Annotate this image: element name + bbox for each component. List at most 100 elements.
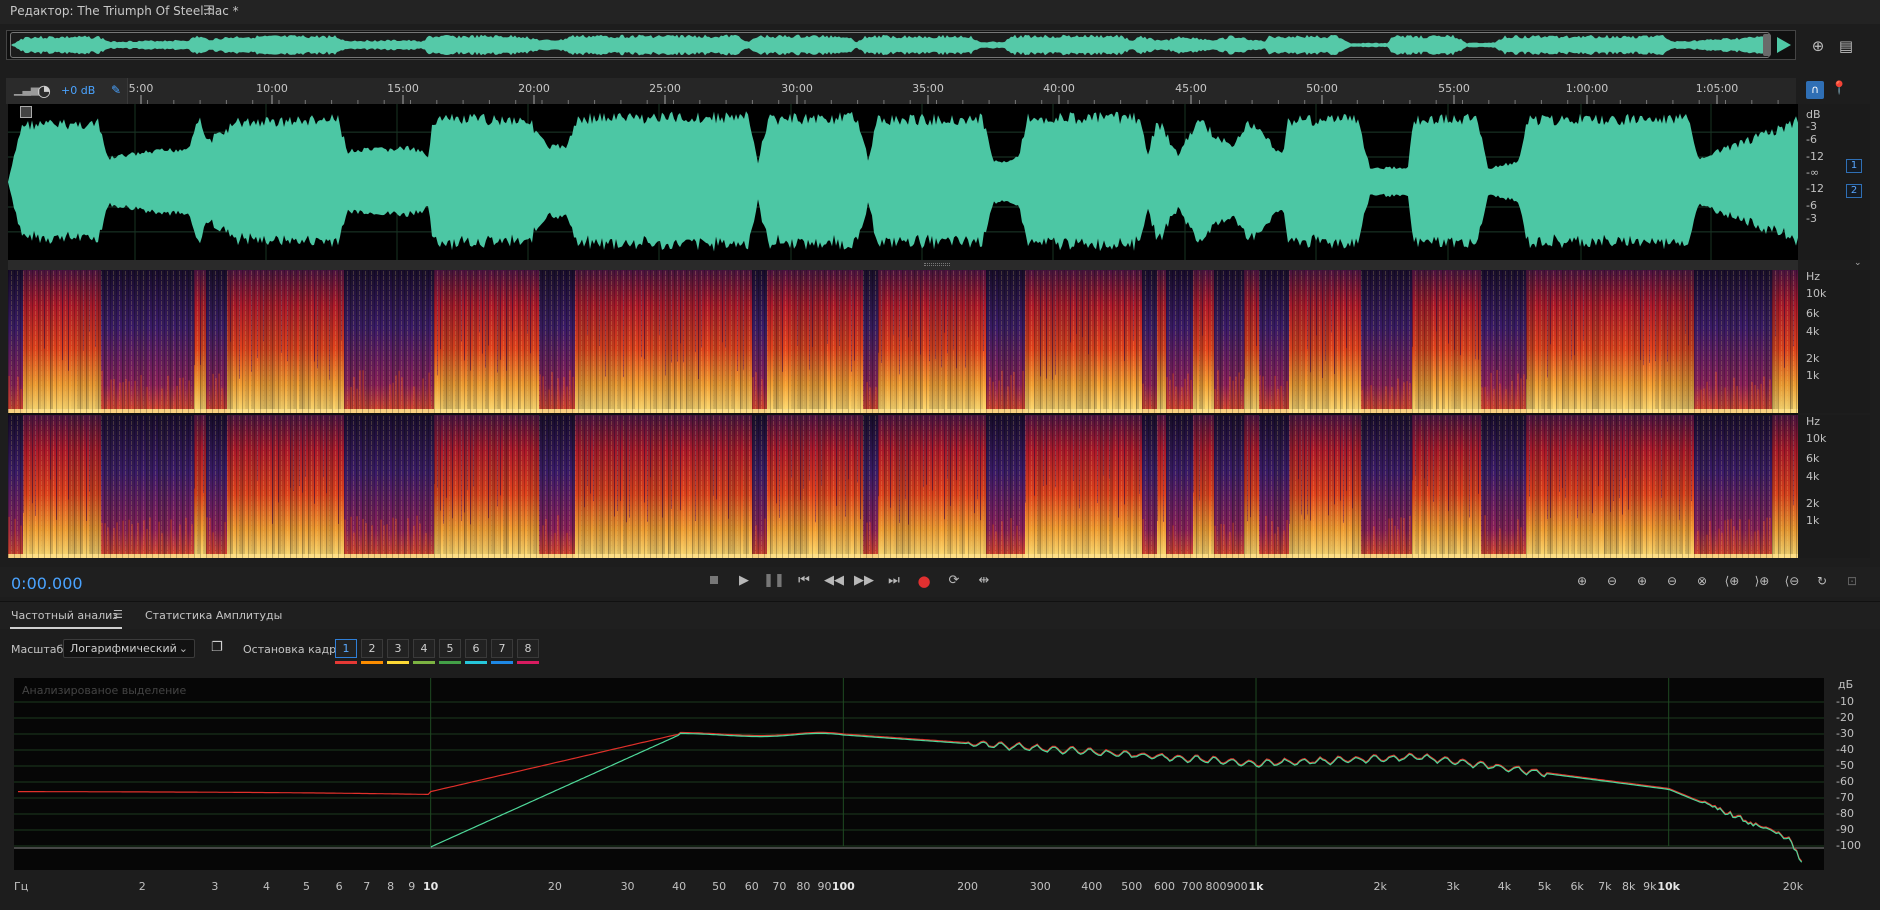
db-axis-label: -30 xyxy=(1836,727,1854,740)
tab-menu-icon[interactable]: ☰ xyxy=(113,608,123,621)
tab-frequency-analysis[interactable]: Частотный анализ xyxy=(11,609,118,622)
spectrogram-channel-2[interactable] xyxy=(8,415,1799,575)
freeze-frame-color-swatch xyxy=(465,661,487,664)
hz-axis-label: 100 xyxy=(831,880,855,893)
amplitude-scale-label: -6 xyxy=(1806,199,1817,212)
hz-axis-label: 2k xyxy=(1373,880,1387,893)
freeze-frame-5-button[interactable]: 5 xyxy=(439,639,461,658)
hz-axis-label: 9 xyxy=(408,880,416,893)
channel-1-toggle[interactable]: 1 xyxy=(1846,159,1862,173)
hz-axis-label: 50 xyxy=(712,880,727,893)
overview-range-handle[interactable] xyxy=(1763,34,1771,56)
db-unit-label: дБ xyxy=(1838,678,1854,691)
gain-knob-icon[interactable]: ◔ xyxy=(37,81,51,100)
channel-2-toggle[interactable]: 2 xyxy=(1846,184,1862,198)
db-axis-label: -20 xyxy=(1836,711,1854,724)
frequency-spectrum-graph[interactable]: Анализированое выделение xyxy=(14,678,1828,871)
hz-axis-label: 400 xyxy=(1081,880,1103,893)
rewind-icon[interactable]: ◀◀ xyxy=(821,569,847,593)
skip-to-end-icon[interactable]: ⏭ xyxy=(881,569,907,593)
hz-axis-label: 8k xyxy=(1622,880,1636,893)
panel-menu-icon[interactable]: ☰ xyxy=(203,3,214,17)
frequency-scale-2: Hz 10k 6k 4k 2k 1k xyxy=(1798,415,1870,558)
zoom-in-time-icon[interactable]: ⊕ xyxy=(1629,569,1655,593)
frequency-scale-1: Hz 10k 6k 4k 2k 1k xyxy=(1798,270,1870,413)
analyzed-selection-label: Анализированое выделение xyxy=(22,684,186,697)
db-axis-label: -80 xyxy=(1836,807,1854,820)
tab-amplitude-statistics[interactable]: Статистика Амплитуды xyxy=(145,609,282,622)
db-axis-label: -40 xyxy=(1836,743,1854,756)
collapse-chevron-icon[interactable]: ⌄ xyxy=(1854,258,1862,268)
frequency-scale-label: 10k xyxy=(1806,432,1827,445)
freeze-frame-8-button[interactable]: 8 xyxy=(517,639,539,658)
gain-value[interactable]: +0 dB xyxy=(61,84,95,97)
advanced-mode-icon[interactable]: ❐ xyxy=(211,640,223,655)
stop-icon[interactable] xyxy=(701,569,727,593)
current-time[interactable]: 0:00.000 xyxy=(11,574,83,593)
zoom-out-full-icon[interactable]: ⊗ xyxy=(1689,569,1715,593)
hz-axis-label: 900 xyxy=(1226,880,1248,893)
hz-axis-label: 200 xyxy=(957,880,979,893)
waveform-display[interactable] xyxy=(8,104,1798,260)
ruler-tick-label: 1:05:00 xyxy=(1695,82,1739,95)
zoom-out-time-icon[interactable]: ⊖ xyxy=(1659,569,1685,593)
hz-axis-label: 3 xyxy=(211,880,219,893)
view-splitter[interactable]: ⌄ xyxy=(8,258,1862,270)
pause-icon[interactable]: ❚❚ xyxy=(761,569,787,593)
freeze-frame-color-swatch xyxy=(439,661,461,664)
freeze-frame-7-button[interactable]: 7 xyxy=(491,639,513,658)
hz-axis-label: 600 xyxy=(1153,880,1175,893)
hz-axis-label: 500 xyxy=(1121,880,1143,893)
frequency-scale-label: 2k xyxy=(1806,352,1820,365)
hz-axis-label: 5k xyxy=(1537,880,1552,893)
ruler-tick-label: 15:00 xyxy=(387,82,419,95)
freeze-frame-6-button[interactable]: 6 xyxy=(465,639,487,658)
ruler-tick-label: 45:00 xyxy=(1175,82,1207,95)
hz-axis-label: 7k xyxy=(1598,880,1612,893)
hz-axis-label: 10 xyxy=(423,880,439,893)
hz-axis-label: 60 xyxy=(744,880,759,893)
ruler-tick-label: 1:00:00 xyxy=(1565,82,1609,95)
meter-icon[interactable]: ▁▃▅ xyxy=(14,83,39,96)
zoom-out-amplitude-icon[interactable]: ⊖ xyxy=(1599,569,1625,593)
amplitude-scale-label: -12 xyxy=(1806,150,1824,163)
scale-select-value: Логарифмический xyxy=(70,642,177,655)
loop-playback-icon[interactable]: ⟳ xyxy=(941,569,967,593)
hz-axis-label: 3k xyxy=(1446,880,1460,893)
hz-axis-label: 4k xyxy=(1497,880,1512,893)
marker-pin-icon[interactable]: 📍 xyxy=(1831,81,1847,96)
hz-axis-label: 2 xyxy=(138,880,146,893)
hz-axis-label: 10k xyxy=(1657,880,1680,893)
freeze-frame-3-button[interactable]: 3 xyxy=(387,639,409,658)
play-icon[interactable]: ▶ xyxy=(731,569,757,593)
zoom-navigator-icon[interactable]: ⊕ xyxy=(1808,36,1828,56)
freeze-frame-color-swatch xyxy=(387,661,409,664)
spectrogram-channel-1[interactable] xyxy=(8,270,1799,430)
zoom-to-selection-end-icon[interactable]: ⟩⊕ xyxy=(1749,569,1775,593)
zoom-in-left-icon[interactable]: ⟨⊖ xyxy=(1779,569,1805,593)
freeze-frame-4-button[interactable]: 4 xyxy=(413,639,435,658)
frequency-scale-label: Hz xyxy=(1806,415,1821,428)
skip-selection-icon[interactable]: ⇹ xyxy=(971,569,997,593)
zoom-selection-icon[interactable]: ⟨⊕ xyxy=(1719,569,1745,593)
hud-toggle-icon[interactable] xyxy=(20,106,32,118)
overview-visible-range[interactable] xyxy=(10,32,1770,58)
freeze-frame-2-button[interactable]: 2 xyxy=(361,639,383,658)
zoom-in-amplitude-icon[interactable]: ⊕ xyxy=(1569,569,1595,593)
monitor-toggle-icon[interactable]: ∩ xyxy=(1806,81,1824,99)
hz-axis-label: 70 xyxy=(772,880,787,893)
record-icon[interactable]: ● xyxy=(911,569,937,593)
frequency-scale-label: 1k xyxy=(1806,369,1820,382)
skip-to-start-icon[interactable]: ⏮ xyxy=(791,569,817,593)
frequency-scale-label: Hz xyxy=(1806,270,1821,283)
overview-navigator[interactable] xyxy=(6,30,1796,60)
hz-axis-label: 30 xyxy=(620,880,635,893)
freeze-frame-color-swatch xyxy=(335,661,357,664)
pin-icon[interactable]: ✎ xyxy=(111,83,121,97)
scale-select[interactable]: Логарифмический ⌄ xyxy=(63,639,195,658)
fast-forward-icon[interactable]: ▶▶ xyxy=(851,569,877,593)
hz-axis-label: 20k xyxy=(1782,880,1804,893)
display-options-icon[interactable]: ▤ xyxy=(1836,36,1856,56)
freeze-frame-1-button[interactable]: 1 xyxy=(335,639,357,658)
zoom-reset-icon[interactable]: ↻ xyxy=(1809,569,1835,593)
